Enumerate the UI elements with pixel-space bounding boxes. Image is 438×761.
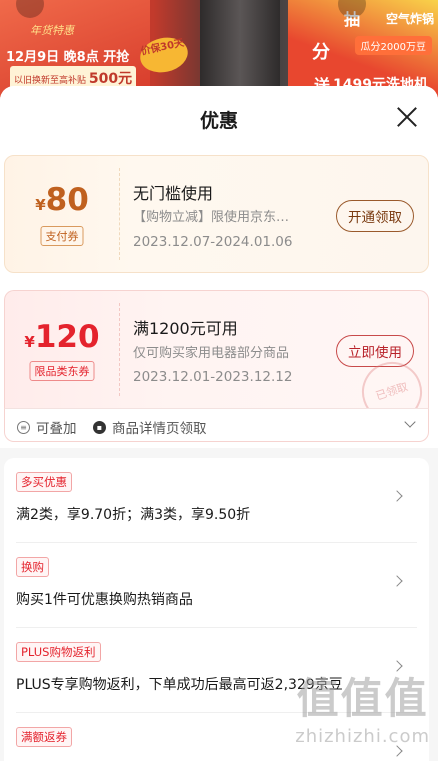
coupon-description: 仅可购买家用电器部分商品 bbox=[133, 346, 290, 361]
currency-symbol: ¥ bbox=[24, 333, 35, 351]
promotion-text: 购买1件可优惠换购热销商品 bbox=[16, 592, 193, 608]
source-info: ▪ 商品详情页领取 bbox=[93, 417, 207, 437]
stackable-info: ≡ 可叠加 bbox=[17, 417, 77, 437]
coupon-card: ¥80 支付券 无门槛使用 【购物立减】限使用京东… 2023.12.07-20… bbox=[4, 155, 429, 273]
coupon-type-tag: 限品类东券 bbox=[29, 361, 95, 381]
promotion-tag: 多买优惠 bbox=[16, 472, 72, 492]
list-item[interactable]: 多买优惠 满2类，享9.70折；满3类，享9.50折 bbox=[16, 458, 417, 543]
banner-right-line5: 瓜分2000万豆 bbox=[354, 36, 432, 55]
coupon-title: 无门槛使用 bbox=[133, 184, 214, 203]
coupon-amount-panel: ¥80 支付券 bbox=[5, 156, 119, 272]
coupon-type-tag: 支付券 bbox=[40, 226, 84, 246]
coupon-amount-panel: ¥120 限品类东券 bbox=[5, 291, 119, 408]
banner-date-text: 12月9日 晚8点 开抢 bbox=[6, 50, 130, 65]
chevron-down-icon[interactable] bbox=[404, 416, 416, 428]
banner-brand-text: 年货特惠 bbox=[30, 24, 74, 37]
sheet-title: 优惠 bbox=[199, 110, 238, 132]
source-icon: ▪ bbox=[93, 420, 106, 434]
coupon-divider bbox=[119, 168, 120, 260]
chevron-right-icon bbox=[391, 745, 403, 757]
currency-symbol: ¥ bbox=[35, 196, 46, 214]
coupon-amount: ¥80 bbox=[5, 182, 119, 218]
use-coupon-button[interactable]: 立即使用 bbox=[336, 335, 414, 367]
list-item[interactable]: 换购 购买1件可优惠换购热销商品 bbox=[16, 543, 417, 628]
coupon-value: 80 bbox=[45, 182, 89, 218]
product-image bbox=[200, 0, 280, 100]
coupon-date-range: 2023.12.07-2024.01.06 bbox=[133, 234, 293, 250]
promotion-tag: 满额返券 bbox=[16, 727, 72, 747]
sheet-header: 优惠 bbox=[0, 86, 438, 148]
coupon-date-range: 2023.12.01-2023.12.12 bbox=[133, 369, 293, 385]
banner-right-line4: 分 bbox=[312, 42, 330, 63]
watermark-logo: 值值值 bbox=[296, 674, 429, 723]
promotion-tag: PLUS购物返利 bbox=[16, 642, 101, 662]
coupon-divider bbox=[119, 303, 120, 396]
coupon-card: ¥120 限品类东券 满1200元可用 仅可购买家用电器部分商品 2023.12… bbox=[4, 290, 429, 408]
coupon-footer[interactable]: ≡ 可叠加 ▪ 商品详情页领取 bbox=[4, 408, 429, 442]
stackable-label: 可叠加 bbox=[36, 421, 77, 437]
banner-badge-text: 以旧换新至高补贴 bbox=[14, 76, 87, 86]
coupon-sheet: 优惠 ¥80 支付券 无门槛使用 【购物立减】限使用京东… 2023.12.07… bbox=[0, 86, 438, 761]
product-banner: 年货特惠 12月9日 晚8点 开抢 以旧换新至高补贴 500元 价保30天 抽 … bbox=[0, 0, 438, 100]
site-watermark: 值值值 zhizhizhi.com bbox=[295, 665, 430, 747]
coupon-amount: ¥120 bbox=[5, 319, 119, 355]
coupon-title: 满1200元可用 bbox=[133, 319, 238, 338]
stack-icon: ≡ bbox=[17, 420, 30, 434]
chevron-right-icon bbox=[391, 490, 403, 502]
banner-right-line2: 空气炸锅 bbox=[385, 12, 434, 26]
banner-badge-amount: 500元 bbox=[88, 71, 133, 87]
source-label: 商品详情页领取 bbox=[112, 421, 207, 437]
watermark-url: zhizhizhi.com bbox=[295, 726, 430, 747]
chevron-right-icon bbox=[391, 575, 403, 587]
claim-coupon-button[interactable]: 开通领取 bbox=[336, 200, 414, 232]
close-icon[interactable] bbox=[396, 106, 418, 128]
coupon-value: 120 bbox=[34, 319, 100, 355]
promotion-text: 满2类，享9.70折；满3类，享9.50折 bbox=[16, 507, 251, 523]
promotion-tag: 换购 bbox=[16, 557, 49, 577]
promotion-text: PLUS专享购物返利，下单成功后最高可返2,329京豆 bbox=[16, 677, 343, 693]
coupon-description: 【购物立减】限使用京东… bbox=[133, 210, 290, 225]
